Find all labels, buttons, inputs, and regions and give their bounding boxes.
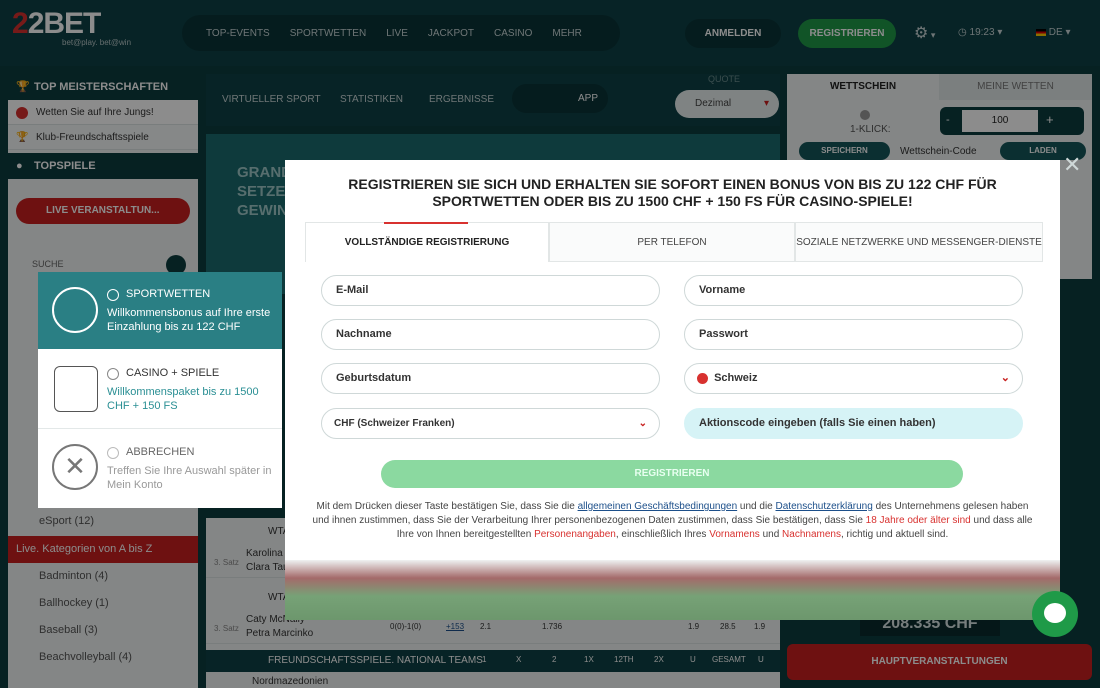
- sport-option-desc: Willkommensbonus auf Ihre erste Einzahlu…: [107, 307, 271, 333]
- casino-option-title: CASINO + SPIELE: [126, 367, 220, 379]
- chevron-down-icon: ⌄: [638, 418, 647, 429]
- chevron-down-icon: ⌄: [1000, 372, 1010, 384]
- tab-full-registration[interactable]: VOLLSTÄNDIGE REGISTRIERUNG: [305, 222, 549, 262]
- radio-casino[interactable]: [107, 368, 119, 380]
- sport-option-title: SPORTWETTEN: [126, 288, 211, 300]
- currency-value: CHF (Schweizer Franken): [334, 418, 455, 429]
- privacy-link[interactable]: Datenschutzerklärung: [776, 501, 873, 512]
- stadium-image: [285, 560, 1060, 620]
- country-value: Schweiz: [714, 372, 758, 384]
- casino-option-desc: Willkommenspaket bis zu 1500 CHF + 150 F…: [107, 386, 259, 412]
- modal-title: REGISTRIEREN SIE SICH UND ERHALTEN SIE S…: [348, 176, 997, 209]
- radio-selected[interactable]: [107, 289, 119, 301]
- birthdate-field[interactable]: Geburtsdatum: [321, 363, 660, 394]
- bonus-option-cancel[interactable]: ✕ ABBRECHEN Treffen Sie Ihre Auswahl spä…: [38, 430, 282, 508]
- submit-register-button[interactable]: REGISTRIEREN: [381, 460, 963, 488]
- bonus-option-casino[interactable]: CASINO + SPIELE Willkommenspaket bis zu …: [38, 350, 282, 429]
- email-field[interactable]: E-Mail: [321, 275, 660, 306]
- currency-select[interactable]: CHF (Schweizer Franken) ⌄: [321, 408, 660, 439]
- chat-bubble-icon: [1044, 603, 1066, 623]
- last-name-field[interactable]: Nachname: [321, 319, 660, 350]
- cancel-option-desc: Treffen Sie Ihre Auswahl später in Mein …: [107, 465, 272, 491]
- registration-tabs: VOLLSTÄNDIGE REGISTRIERUNG PER TELEFON S…: [305, 222, 1043, 262]
- first-name-field[interactable]: Vorname: [684, 275, 1023, 306]
- promo-code-field[interactable]: Aktionscode eingeben (falls Sie einen ha…: [684, 408, 1023, 439]
- bonus-option-sport[interactable]: SPORTWETTEN Willkommensbonus auf Ihre er…: [38, 272, 282, 349]
- cancel-option-title: ABBRECHEN: [126, 446, 195, 458]
- swiss-flag-icon: [697, 372, 708, 384]
- close-icon[interactable]: ✕: [1063, 152, 1081, 178]
- close-icon: ✕: [52, 444, 98, 490]
- radio-cancel[interactable]: [107, 447, 119, 459]
- casino-dice-icon: [54, 366, 98, 412]
- terms-text: Mit dem Drücken dieser Taste bestätigen …: [312, 501, 1033, 540]
- password-field[interactable]: Passwort: [684, 319, 1023, 350]
- football-icon: [52, 287, 98, 333]
- terms-link[interactable]: allgemeinen Geschäftsbedingungen: [578, 501, 738, 512]
- country-select[interactable]: Schweiz ⌄: [684, 363, 1023, 394]
- tab-social[interactable]: SOZIALE NETZWERKE UND MESSENGER-DIENSTE: [795, 222, 1043, 262]
- tab-phone[interactable]: PER TELEFON: [549, 222, 795, 262]
- chat-button[interactable]: [1032, 591, 1078, 637]
